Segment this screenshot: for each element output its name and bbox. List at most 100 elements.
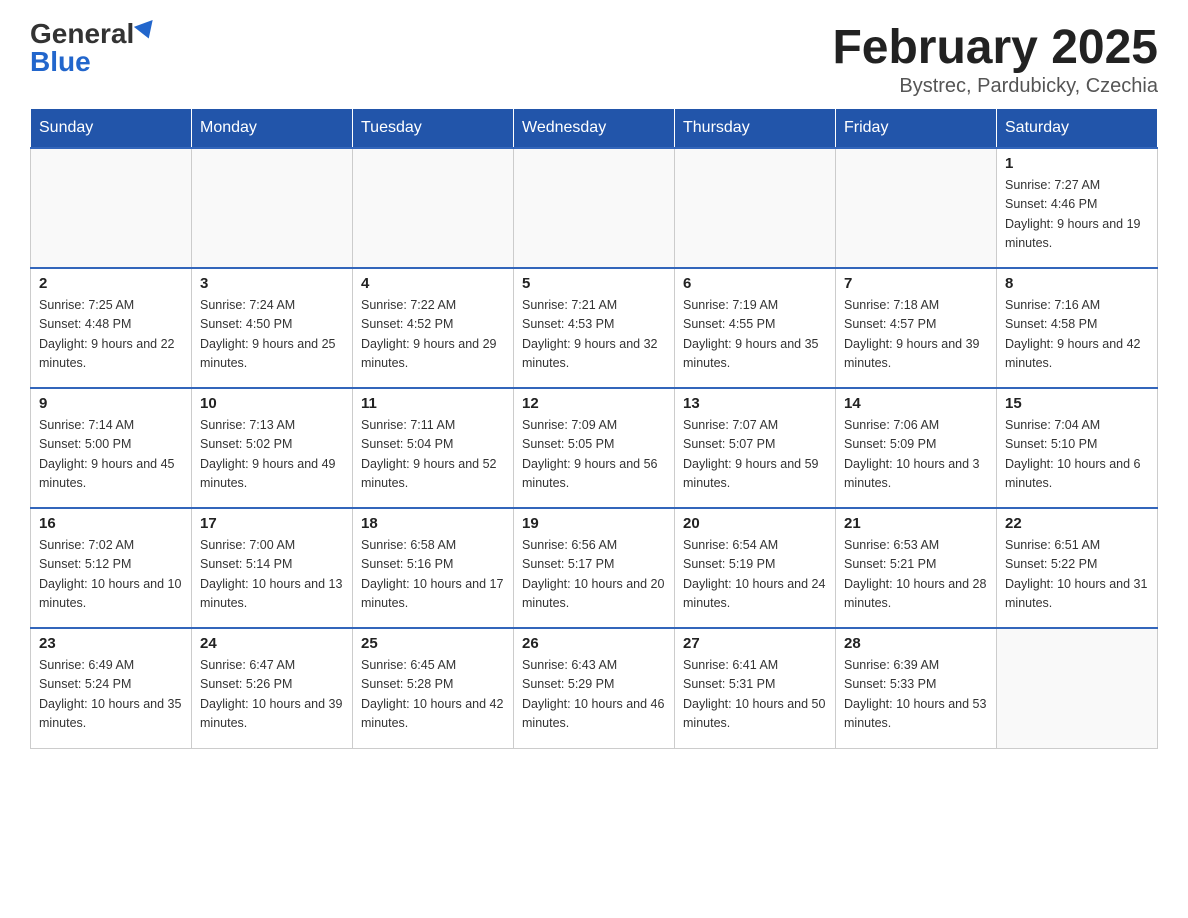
day-number: 7 <box>844 275 988 292</box>
table-row: 3 Sunrise: 7:24 AMSunset: 4:50 PMDaylight… <box>192 268 353 388</box>
day-info: Sunrise: 6:51 AMSunset: 5:22 PMDaylight:… <box>1005 536 1149 614</box>
day-number: 5 <box>522 275 666 292</box>
day-number: 20 <box>683 515 827 532</box>
table-row: 4Sunrise: 7:22 AMSunset: 4:52 PMDaylight… <box>353 268 514 388</box>
header-sunday: Sunday <box>31 109 192 149</box>
day-info: Sunrise: 7:18 AMSunset: 4:57 PMDaylight:… <box>844 296 988 374</box>
table-row <box>675 148 836 268</box>
day-number: 14 <box>844 395 988 412</box>
table-row <box>31 148 192 268</box>
calendar-title: February 2025 <box>832 20 1158 75</box>
table-row: 15 Sunrise: 7:04 AMSunset: 5:10 PMDayligh… <box>997 388 1158 508</box>
table-row: 28Sunrise: 6:39 AMSunset: 5:33 PMDayligh… <box>836 628 997 748</box>
day-info: Sunrise: 7:24 AMSunset: 4:50 PMDaylight:… <box>200 296 344 374</box>
day-number: 17 <box>200 515 344 532</box>
day-number: 13 <box>683 395 827 412</box>
table-row: 13 Sunrise: 7:07 AMSunset: 5:07 PMDayligh… <box>675 388 836 508</box>
day-info: Sunrise: 7:22 AMSunset: 4:52 PMDaylight:… <box>361 296 505 374</box>
day-info: Sunrise: 6:39 AMSunset: 5:33 PMDaylight:… <box>844 656 988 734</box>
table-row: 10 Sunrise: 7:13 AMSunset: 5:02 PMDayligh… <box>192 388 353 508</box>
day-number: 8 <box>1005 275 1149 292</box>
header-wednesday: Wednesday <box>514 109 675 149</box>
header-friday: Friday <box>836 109 997 149</box>
table-row <box>353 148 514 268</box>
header-saturday: Saturday <box>997 109 1158 149</box>
day-info: Sunrise: 7:16 AMSunset: 4:58 PMDaylight:… <box>1005 296 1149 374</box>
table-row <box>514 148 675 268</box>
table-row: 2 Sunrise: 7:25 AMSunset: 4:48 PMDaylight… <box>31 268 192 388</box>
day-number: 15 <box>1005 395 1149 412</box>
day-number: 6 <box>683 275 827 292</box>
logo-blue: Blue <box>30 46 91 77</box>
day-number: 24 <box>200 635 344 652</box>
day-info: Sunrise: 7:02 AMSunset: 5:12 PMDaylight:… <box>39 536 183 614</box>
table-row: 21 Sunrise: 6:53 AMSunset: 5:21 PMDayligh… <box>836 508 997 628</box>
table-row: 20 Sunrise: 6:54 AMSunset: 5:19 PMDayligh… <box>675 508 836 628</box>
table-row: 14Sunrise: 7:06 AMSunset: 5:09 PMDayligh… <box>836 388 997 508</box>
table-row: 1Sunrise: 7:27 AMSunset: 4:46 PMDaylight… <box>997 148 1158 268</box>
day-number: 26 <box>522 635 666 652</box>
day-info: Sunrise: 6:58 AMSunset: 5:16 PMDaylight:… <box>361 536 505 614</box>
day-info: Sunrise: 7:27 AMSunset: 4:46 PMDaylight:… <box>1005 176 1149 254</box>
table-row: 22 Sunrise: 6:51 AMSunset: 5:22 PMDayligh… <box>997 508 1158 628</box>
day-number: 11 <box>361 395 505 412</box>
day-info: Sunrise: 6:54 AMSunset: 5:19 PMDaylight:… <box>683 536 827 614</box>
day-number: 27 <box>683 635 827 652</box>
day-number: 19 <box>522 515 666 532</box>
calendar-week-row: 9 Sunrise: 7:14 AMSunset: 5:00 PMDaylight… <box>31 388 1158 508</box>
day-number: 2 <box>39 275 183 292</box>
table-row: 5 Sunrise: 7:21 AMSunset: 4:53 PMDaylight… <box>514 268 675 388</box>
logo: General Blue <box>30 20 156 76</box>
day-info: Sunrise: 7:21 AMSunset: 4:53 PMDaylight:… <box>522 296 666 374</box>
day-number: 25 <box>361 635 505 652</box>
day-info: Sunrise: 7:13 AMSunset: 5:02 PMDaylight:… <box>200 416 344 494</box>
logo-triangle-icon <box>134 20 158 42</box>
day-info: Sunrise: 6:49 AMSunset: 5:24 PMDaylight:… <box>39 656 183 734</box>
day-info: Sunrise: 7:11 AMSunset: 5:04 PMDaylight:… <box>361 416 505 494</box>
calendar-week-row: 23 Sunrise: 6:49 AMSunset: 5:24 PMDayligh… <box>31 628 1158 748</box>
calendar-week-row: 16 Sunrise: 7:02 AMSunset: 5:12 PMDayligh… <box>31 508 1158 628</box>
header-thursday: Thursday <box>675 109 836 149</box>
day-number: 3 <box>200 275 344 292</box>
day-info: Sunrise: 7:25 AMSunset: 4:48 PMDaylight:… <box>39 296 183 374</box>
day-info: Sunrise: 7:04 AMSunset: 5:10 PMDaylight:… <box>1005 416 1149 494</box>
day-info: Sunrise: 6:53 AMSunset: 5:21 PMDaylight:… <box>844 536 988 614</box>
table-row: 25 Sunrise: 6:45 AMSunset: 5:28 PMDayligh… <box>353 628 514 748</box>
page-header: General Blue February 2025 Bystrec, Pard… <box>30 20 1158 98</box>
table-row: 19 Sunrise: 6:56 AMSunset: 5:17 PMDayligh… <box>514 508 675 628</box>
day-number: 12 <box>522 395 666 412</box>
day-info: Sunrise: 7:19 AMSunset: 4:55 PMDaylight:… <box>683 296 827 374</box>
day-number: 9 <box>39 395 183 412</box>
day-info: Sunrise: 6:43 AMSunset: 5:29 PMDaylight:… <box>522 656 666 734</box>
table-row: 26 Sunrise: 6:43 AMSunset: 5:29 PMDayligh… <box>514 628 675 748</box>
table-row: 27 Sunrise: 6:41 AMSunset: 5:31 PMDayligh… <box>675 628 836 748</box>
logo-text: General Blue <box>30 20 156 76</box>
day-number: 18 <box>361 515 505 532</box>
day-info: Sunrise: 7:07 AMSunset: 5:07 PMDaylight:… <box>683 416 827 494</box>
table-row: 18 Sunrise: 6:58 AMSunset: 5:16 PMDayligh… <box>353 508 514 628</box>
calendar-week-row: 1Sunrise: 7:27 AMSunset: 4:46 PMDaylight… <box>31 148 1158 268</box>
day-info: Sunrise: 7:14 AMSunset: 5:00 PMDaylight:… <box>39 416 183 494</box>
day-number: 22 <box>1005 515 1149 532</box>
table-row: 9 Sunrise: 7:14 AMSunset: 5:00 PMDaylight… <box>31 388 192 508</box>
day-info: Sunrise: 6:56 AMSunset: 5:17 PMDaylight:… <box>522 536 666 614</box>
day-number: 23 <box>39 635 183 652</box>
table-row: 11 Sunrise: 7:11 AMSunset: 5:04 PMDayligh… <box>353 388 514 508</box>
table-row: 24 Sunrise: 6:47 AMSunset: 5:26 PMDayligh… <box>192 628 353 748</box>
day-number: 16 <box>39 515 183 532</box>
calendar-table: Sunday Monday Tuesday Wednesday Thursday… <box>30 108 1158 749</box>
header-tuesday: Tuesday <box>353 109 514 149</box>
day-info: Sunrise: 7:09 AMSunset: 5:05 PMDaylight:… <box>522 416 666 494</box>
day-info: Sunrise: 6:47 AMSunset: 5:26 PMDaylight:… <box>200 656 344 734</box>
table-row: 17Sunrise: 7:00 AMSunset: 5:14 PMDayligh… <box>192 508 353 628</box>
day-number: 21 <box>844 515 988 532</box>
day-info: Sunrise: 6:41 AMSunset: 5:31 PMDaylight:… <box>683 656 827 734</box>
table-row: 12 Sunrise: 7:09 AMSunset: 5:05 PMDayligh… <box>514 388 675 508</box>
table-row: 6 Sunrise: 7:19 AMSunset: 4:55 PMDaylight… <box>675 268 836 388</box>
day-number: 10 <box>200 395 344 412</box>
table-row: 7 Sunrise: 7:18 AMSunset: 4:57 PMDaylight… <box>836 268 997 388</box>
calendar-subtitle: Bystrec, Pardubicky, Czechia <box>832 75 1158 98</box>
day-info: Sunrise: 6:45 AMSunset: 5:28 PMDaylight:… <box>361 656 505 734</box>
header-monday: Monday <box>192 109 353 149</box>
calendar-header-row: Sunday Monday Tuesday Wednesday Thursday… <box>31 109 1158 149</box>
